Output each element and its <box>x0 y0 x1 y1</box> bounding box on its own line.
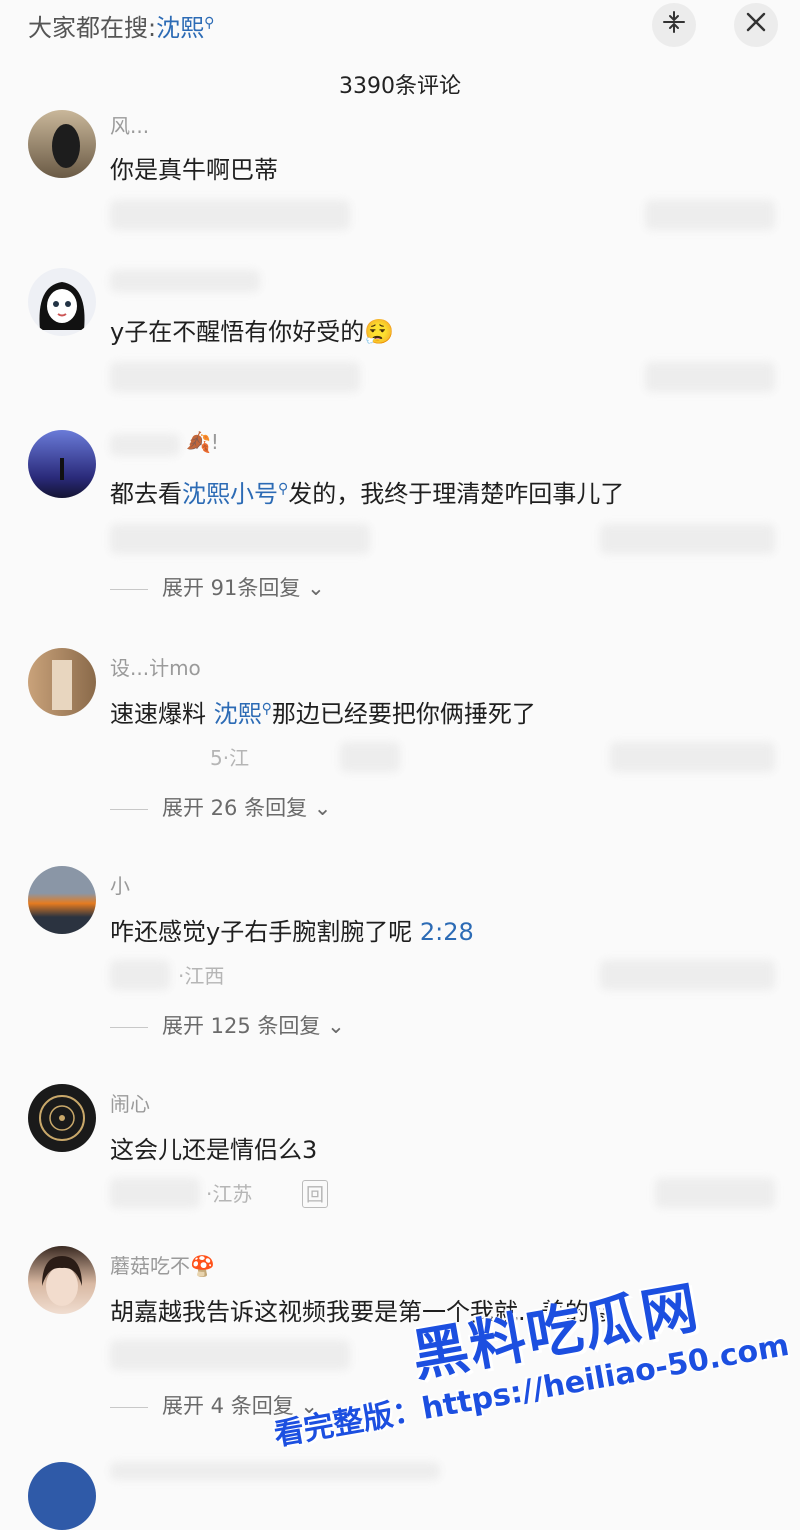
blurred-like <box>645 362 775 392</box>
search-icon: ⚲ <box>204 15 215 31</box>
comment-item: y子在不醒悟有你好受的😮‍💨 <box>0 268 800 408</box>
exhale-emoji-icon: 😮‍💨 <box>364 318 395 346</box>
top-bar: 大家都在搜:沈熙⚲ <box>0 0 800 50</box>
chevron-down-icon: ⌄ <box>300 1394 319 1418</box>
avatar[interactable] <box>28 648 96 716</box>
divider <box>110 808 148 810</box>
blurred-like <box>600 960 775 990</box>
blurred-meta <box>110 524 370 554</box>
avatar[interactable] <box>28 1084 96 1152</box>
close-button[interactable] <box>734 3 778 47</box>
search-icon: ⚲ <box>278 481 289 497</box>
comment-username[interactable]: 蘑菇吃不🍄 <box>110 1250 215 1279</box>
search-link[interactable]: 沈熙小号 <box>182 480 278 508</box>
expand-replies-button[interactable]: 展开 26 条回复 ⌄ <box>110 792 331 822</box>
reply-icon[interactable]: 回 <box>302 1180 328 1208</box>
blurred-username <box>110 1462 440 1480</box>
trending-search-hint[interactable]: 大家都在搜:沈熙⚲ <box>28 8 214 43</box>
divider <box>110 1026 148 1028</box>
comment-text: 咋还感觉y子右手腕割腕了呢 2:28 <box>110 918 474 946</box>
collapse-icon <box>662 10 686 41</box>
angry-emoji-icon: 😡 <box>588 1298 614 1326</box>
comment-item: 设...计mo 速速爆料 沈熙⚲那边已经要把你俩捶死了 5·江 展开 26 条回… <box>0 648 800 828</box>
comment-text: 你是真牛啊巴蒂 <box>110 156 278 184</box>
chevron-down-icon: ⌄ <box>307 576 325 600</box>
avatar[interactable] <box>28 430 96 498</box>
mushroom-icon: 🍄 <box>190 1254 215 1278</box>
comment-item: 闹心 这会儿还是情侣么3 ·江苏 回 <box>0 1084 800 1214</box>
comment-meta: 5·江 <box>210 746 250 770</box>
search-prefix: 大家都在搜: <box>28 14 157 42</box>
blurred-like <box>645 200 775 230</box>
chevron-down-icon: ⌄ <box>313 796 332 820</box>
comment-item: 🍂! 都去看沈熙小号⚲发的，我终于理清楚咋回事儿了 展开 91条回复 ⌄ <box>0 430 800 610</box>
comment-username[interactable]: 风... <box>110 110 149 139</box>
blurred-meta <box>110 362 360 392</box>
comment-count-title: 3390条评论 <box>339 74 461 99</box>
comment-username[interactable]: 闹心 <box>110 1088 150 1117</box>
blurred-username <box>110 270 260 292</box>
video-timestamp-link[interactable]: 2:28 <box>420 918 474 946</box>
blurred-like <box>600 524 775 554</box>
search-icon: ⚲ <box>261 701 272 717</box>
expand-replies-button[interactable]: 展开 91条回复 ⌄ <box>110 572 325 602</box>
comment-text: 都去看沈熙小号⚲发的，我终于理清楚咋回事儿了 <box>110 480 625 508</box>
close-icon <box>745 10 767 40</box>
chevron-down-icon: ⌄ <box>327 1014 345 1038</box>
blurred-meta <box>110 960 170 990</box>
comment-meta: ·江西 <box>178 964 225 988</box>
avatar[interactable] <box>28 1246 96 1314</box>
comment-item: 蘑菇吃不🍄 胡嘉越我告诉这视频我要是第一个我就...养的😡 展开 4 条回复 ⌄ <box>0 1246 800 1426</box>
blurred-like <box>610 742 775 772</box>
blurred-username <box>110 434 180 456</box>
blurred-like <box>655 1178 775 1208</box>
comment-text-content: y子在不醒悟有你好受的 <box>110 318 365 346</box>
blurred-meta <box>110 1178 200 1208</box>
expand-replies-button[interactable]: 展开 4 条回复 ⌄ <box>110 1390 318 1420</box>
divider <box>110 588 148 590</box>
comment-text: 速速爆料 沈熙⚲那边已经要把你俩捶死了 <box>110 700 536 728</box>
collapse-button[interactable] <box>652 3 696 47</box>
leaf-icon: 🍂 <box>186 430 211 454</box>
search-link[interactable]: 沈熙 <box>214 700 262 728</box>
comment-text: 这会儿还是情侣么3 <box>110 1136 318 1164</box>
partial-avatar[interactable] <box>28 1462 96 1530</box>
search-keyword[interactable]: 沈熙 <box>156 14 204 42</box>
blurred-meta <box>110 200 350 230</box>
avatar[interactable] <box>28 268 96 336</box>
avatar[interactable] <box>28 110 96 178</box>
comment-text: 胡嘉越我告诉这视频我要是第一个我就...养的😡 <box>110 1298 614 1326</box>
comment-username[interactable]: 设...计mo <box>110 652 201 681</box>
comment-username[interactable]: 小 <box>110 870 130 899</box>
comment-username[interactable]: 🍂! <box>186 430 219 454</box>
comment-item: 小 咋还感觉y子右手腕割腕了呢 2:28 ·江西 展开 125 条回复 ⌄ <box>0 866 800 1046</box>
blurred-meta <box>340 742 400 772</box>
divider <box>110 1406 148 1408</box>
blurred-meta <box>110 1340 350 1370</box>
comment-item: 风... 你是真牛啊巴蒂 <box>0 110 800 250</box>
comment-text: y子在不醒悟有你好受的😮‍💨 <box>110 312 394 347</box>
avatar[interactable] <box>28 866 96 934</box>
comment-meta: ·江苏 <box>206 1182 253 1206</box>
expand-replies-button[interactable]: 展开 125 条回复 ⌄ <box>110 1010 345 1040</box>
